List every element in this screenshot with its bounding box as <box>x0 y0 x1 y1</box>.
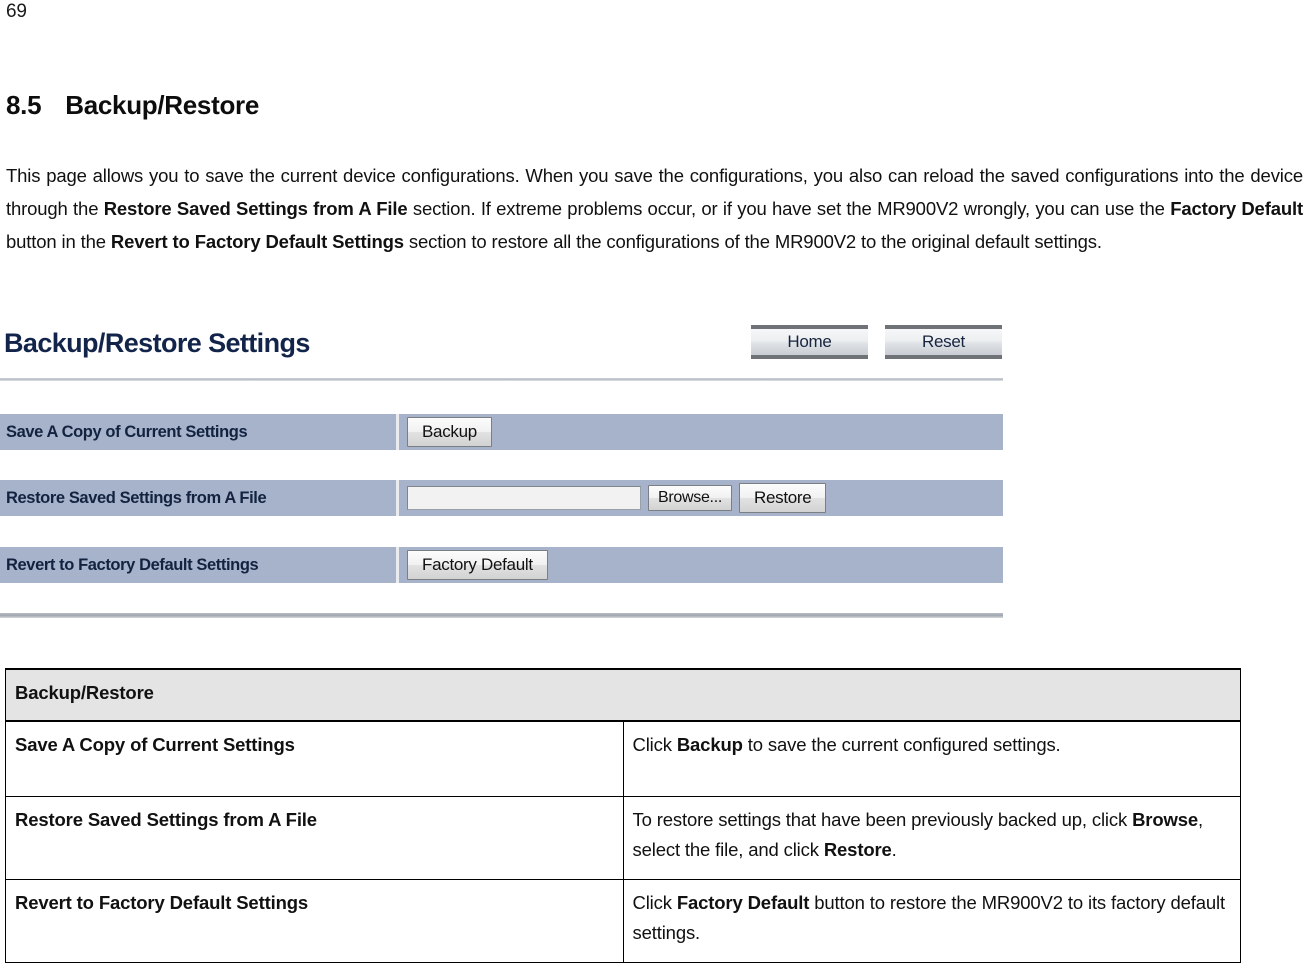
section-heading: 8.5 Backup/Restore <box>6 90 259 121</box>
section-title: Backup/Restore <box>65 90 260 120</box>
restore-file-input[interactable] <box>407 486 641 510</box>
row-restore-saved-settings: Restore Saved Settings from A File Brows… <box>0 480 1003 516</box>
browse-button[interactable]: Browse... <box>648 485 732 511</box>
footer-divider <box>0 613 1003 618</box>
router-ui-header: Backup/Restore Settings Home Reset <box>0 318 1006 381</box>
row-control-restore-saved: Browse... Restore <box>399 483 1003 513</box>
row-control-save-copy: Backup <box>399 417 1003 447</box>
section-intro-paragraph: This page allows you to save the current… <box>6 164 1303 252</box>
row-revert-to-factory-default: Revert to Factory Default Settings Facto… <box>0 547 1003 583</box>
header-divider <box>0 378 1003 381</box>
router-nav-buttons: Home Reset <box>751 325 1002 359</box>
factory-default-button[interactable]: Factory Default <box>407 550 548 580</box>
page-number: 69 <box>6 1 27 22</box>
restore-button[interactable]: Restore <box>739 483 827 513</box>
row-save-copy-of-current-settings: Save A Copy of Current Settings Backup <box>0 414 1003 450</box>
backup-restore-description-table: Backup/Restore Save A Copy of Current Se… <box>5 668 1241 963</box>
table-cell-key: Restore Saved Settings from A File <box>5 796 624 880</box>
router-ui-screenshot: Backup/Restore Settings Home Reset Save … <box>0 318 1006 618</box>
row-label-revert-factory: Revert to Factory Default Settings <box>6 555 259 574</box>
section-number: 8.5 <box>6 90 42 120</box>
table-row: Revert to Factory Default Settings Click… <box>5 879 1241 963</box>
table-header-label: Backup/Restore <box>5 668 1241 722</box>
table-header-row: Backup/Restore <box>5 668 1241 722</box>
row-label-restore-saved: Restore Saved Settings from A File <box>6 488 267 507</box>
row-control-revert-factory: Factory Default <box>399 550 1003 580</box>
table-cell-key: Save A Copy of Current Settings <box>5 720 624 797</box>
reset-button[interactable]: Reset <box>885 325 1002 359</box>
table-cell-value: Click Factory Default button to restore … <box>622 879 1241 963</box>
table-cell-key: Revert to Factory Default Settings <box>5 879 624 963</box>
table-cell-value: Click Backup to save the current configu… <box>622 720 1241 797</box>
router-page-title: Backup/Restore Settings <box>4 328 310 358</box>
table-row: Restore Saved Settings from A File To re… <box>5 796 1241 880</box>
table-cell-value: To restore settings that have been previ… <box>622 796 1241 880</box>
table-row: Save A Copy of Current Settings Click Ba… <box>5 720 1241 797</box>
row-label-save-copy: Save A Copy of Current Settings <box>6 422 248 441</box>
backup-button[interactable]: Backup <box>407 417 492 447</box>
home-button[interactable]: Home <box>751 325 868 359</box>
